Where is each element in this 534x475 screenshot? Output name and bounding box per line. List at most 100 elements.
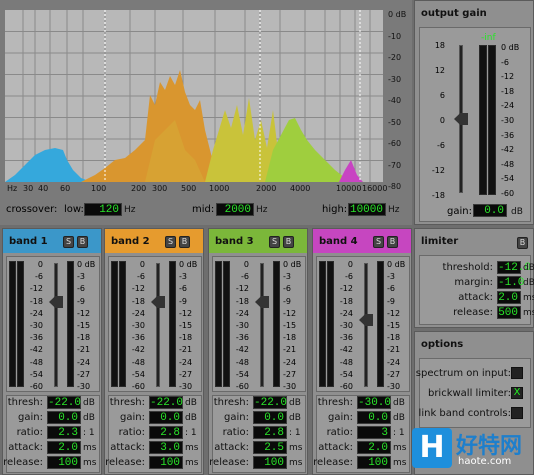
band-attack-input[interactable]: 3.0 bbox=[149, 441, 183, 454]
band-ratio-input[interactable]: 2.3 bbox=[47, 426, 81, 439]
link-band-controls-checkbox[interactable] bbox=[511, 407, 523, 419]
hz-tick: 200 bbox=[131, 184, 147, 193]
limiter-attack-label: attack: bbox=[458, 292, 493, 303]
band-left-tick: -42 bbox=[29, 345, 43, 355]
band-gain-input[interactable]: 0.0 bbox=[357, 411, 391, 424]
watermark-url: haote.com bbox=[458, 456, 512, 467]
band-solo-button[interactable]: S bbox=[165, 236, 176, 248]
band-left-tick: -60 bbox=[235, 382, 249, 391]
watermark-logo: H bbox=[412, 428, 452, 468]
band-3-panel: band 3 S B 0 -6 -12 -18 -24 -30 -36 -42 -48 -54 -60 0 … bbox=[208, 228, 308, 475]
band-left-tick: 0 bbox=[347, 260, 353, 269]
band-input-meter-right bbox=[119, 261, 126, 387]
band-right-tick: -27 bbox=[283, 369, 297, 379]
band-attack-input[interactable]: 2.5 bbox=[253, 441, 287, 454]
band-left-tick: -42 bbox=[235, 345, 249, 355]
high-unit: Hz bbox=[388, 205, 400, 215]
band-thresh-input[interactable]: -30.0 bbox=[357, 396, 391, 409]
band-gain-input[interactable]: 0.0 bbox=[149, 411, 183, 424]
band-left-tick: -42 bbox=[131, 345, 145, 355]
band-attack-label: attack: bbox=[8, 442, 43, 453]
band-attack-input[interactable]: 2.0 bbox=[47, 441, 81, 454]
output-gain-input[interactable]: 0.0 bbox=[473, 204, 507, 217]
limiter-release-label: release: bbox=[453, 307, 493, 318]
band-thresh-label: thresh: bbox=[7, 397, 43, 408]
band-thresh-input[interactable]: -22.0 bbox=[253, 396, 287, 409]
band-bypass-button[interactable]: B bbox=[179, 236, 190, 248]
band-ratio-label: ratio: bbox=[222, 427, 249, 438]
band-threshold-slider-track[interactable] bbox=[260, 263, 264, 387]
limiter-panel: limiter B threshold: -12.0 dB margin: -1… bbox=[414, 228, 534, 328]
band-solo-button[interactable]: S bbox=[63, 236, 74, 248]
output-meter-right bbox=[488, 45, 496, 195]
band-thresh-label: thresh: bbox=[317, 397, 353, 408]
band-ratio-unit: : 1 bbox=[83, 428, 95, 438]
high-crossover-input[interactable]: 10000 bbox=[348, 203, 386, 216]
band-attack-label: attack: bbox=[318, 442, 353, 453]
band-left-tick: -6 bbox=[241, 272, 249, 282]
band-right-tick: 0 dB bbox=[387, 260, 406, 269]
hz-tick: 16000 bbox=[362, 184, 388, 193]
band-left-tick: -24 bbox=[235, 308, 249, 318]
limiter-threshold-label: threshold: bbox=[442, 262, 493, 273]
watermark: H 好特网 haote.com bbox=[406, 424, 534, 472]
band-left-tick: -36 bbox=[235, 333, 249, 343]
band-release-input[interactable]: 100 bbox=[149, 456, 183, 469]
band-left-tick: -12 bbox=[339, 284, 353, 294]
spectrum-on-input-checkbox[interactable] bbox=[511, 367, 523, 379]
output-meter-left bbox=[479, 45, 487, 195]
band-left-tick: -18 bbox=[339, 296, 353, 306]
band-threshold-slider-track[interactable] bbox=[54, 263, 58, 387]
output-right-tick: 0 dB bbox=[501, 43, 520, 52]
limiter-margin-input[interactable]: -1.0 bbox=[497, 276, 524, 289]
mid-crossover-input[interactable]: 2000 bbox=[216, 203, 254, 216]
limiter-release-input[interactable]: 500 bbox=[497, 306, 521, 319]
limiter-bypass-button[interactable]: B bbox=[517, 237, 528, 249]
band-thresh-input[interactable]: -22.0 bbox=[149, 396, 183, 409]
band-release-input[interactable]: 100 bbox=[47, 456, 81, 469]
band-input-meter-right bbox=[17, 261, 24, 387]
link-band-controls-label: link band controls: bbox=[418, 408, 511, 419]
band-release-input[interactable]: 100 bbox=[253, 456, 287, 469]
band-ratio-input[interactable]: 2.8 bbox=[149, 426, 183, 439]
band-thresh-unit: dB bbox=[393, 398, 405, 408]
band-bypass-button[interactable]: B bbox=[77, 236, 88, 248]
band-release-label: release: bbox=[313, 457, 353, 468]
band-input-meter-left bbox=[215, 261, 222, 387]
band-ratio-unit: : 1 bbox=[289, 428, 301, 438]
band-bypass-button[interactable]: B bbox=[387, 236, 398, 248]
db-tick: -20 bbox=[388, 53, 402, 62]
brickwall-limiter-checkbox[interactable]: X bbox=[511, 387, 523, 399]
band-gain-input[interactable]: 0.0 bbox=[47, 411, 81, 424]
band-left-tick: -60 bbox=[131, 382, 145, 391]
band-left-tick: -36 bbox=[29, 333, 43, 343]
limiter-margin-unit: dB bbox=[523, 278, 534, 288]
band-bypass-button[interactable]: B bbox=[283, 236, 294, 248]
band-solo-button[interactable]: S bbox=[373, 236, 384, 248]
limiter-release-unit: ms bbox=[523, 308, 534, 318]
band-input-meter-left bbox=[111, 261, 118, 387]
band-input-meter-right bbox=[327, 261, 334, 387]
band-attack-input[interactable]: 2.0 bbox=[357, 441, 391, 454]
band-right-tick: -9 bbox=[387, 296, 395, 306]
limiter-threshold-input[interactable]: -12.0 bbox=[497, 261, 531, 274]
band-left-tick: -30 bbox=[131, 321, 145, 330]
band-ratio-input[interactable]: 3 bbox=[357, 426, 391, 439]
band-solo-button[interactable]: S bbox=[269, 236, 280, 248]
low-crossover-input[interactable]: 120 bbox=[84, 203, 122, 216]
band-threshold-slider-track[interactable] bbox=[156, 263, 160, 387]
output-gain-title: output gain bbox=[421, 8, 487, 19]
db-tick: -70 bbox=[388, 160, 402, 170]
band-right-tick: -6 bbox=[387, 284, 395, 294]
limiter-attack-input[interactable]: 2.0 bbox=[497, 291, 521, 304]
band-right-tick: -3 bbox=[387, 272, 395, 282]
band-gain-input[interactable]: 0.0 bbox=[253, 411, 287, 424]
hz-tick: 30 bbox=[23, 184, 34, 193]
band-release-input[interactable]: 100 bbox=[357, 456, 391, 469]
band-thresh-input[interactable]: -22.0 bbox=[47, 396, 81, 409]
band-right-tick: -3 bbox=[283, 272, 291, 282]
band-ratio-input[interactable]: 2.8 bbox=[253, 426, 287, 439]
band-right-tick: -15 bbox=[283, 321, 297, 330]
band-gain-label: gain: bbox=[18, 412, 43, 423]
band-left-tick: -36 bbox=[131, 333, 145, 343]
